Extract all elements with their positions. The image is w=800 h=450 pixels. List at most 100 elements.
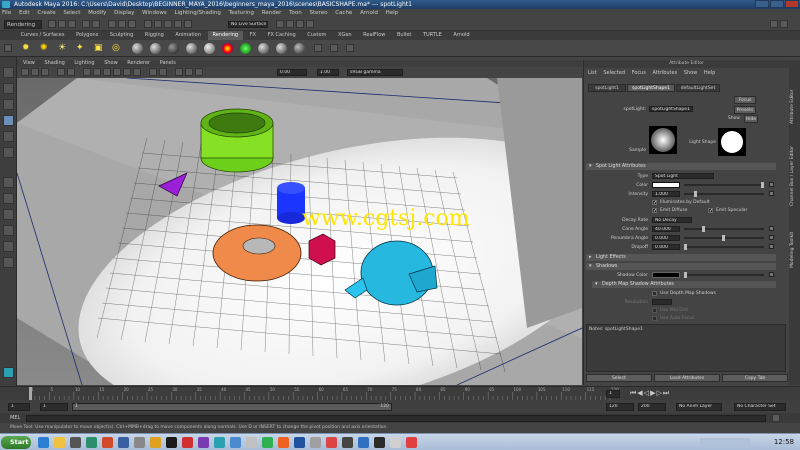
- shadow-color-swatch[interactable]: [652, 272, 680, 278]
- app12-taskbar-icon[interactable]: [278, 437, 289, 448]
- start-button[interactable]: Start: [1, 436, 31, 449]
- motion-blur-icon[interactable]: [185, 68, 193, 76]
- undo-icon[interactable]: [82, 20, 90, 28]
- anti-aliasing-icon[interactable]: [195, 68, 203, 76]
- app-taskbar-icon[interactable]: [86, 437, 97, 448]
- bookmark-icon[interactable]: [41, 68, 49, 76]
- emit-diffuse-checkbox[interactable]: ✓: [652, 208, 657, 214]
- explorer-taskbar-icon[interactable]: [54, 437, 65, 448]
- toggle-channel-box-icon[interactable]: [780, 20, 788, 28]
- app15-taskbar-icon[interactable]: [326, 437, 337, 448]
- intensity-map-button[interactable]: [769, 191, 774, 196]
- snap-point-icon[interactable]: [164, 20, 172, 28]
- move-tool-icon[interactable]: [3, 115, 14, 126]
- single-perspective-layout-icon[interactable]: [3, 177, 14, 188]
- app19-taskbar-icon[interactable]: [390, 437, 401, 448]
- viewport-menu-renderer[interactable]: Renderer: [127, 60, 150, 66]
- section-spot-light-attributes[interactable]: Spot Light Attributes: [586, 163, 776, 170]
- menu-file[interactable]: File: [2, 10, 11, 16]
- character-set-select[interactable]: No Character Set: [734, 403, 786, 411]
- anisotropic-shader-icon[interactable]: [132, 43, 143, 54]
- decay-rate-select[interactable]: No Decay: [652, 217, 692, 223]
- app13-taskbar-icon[interactable]: [294, 437, 305, 448]
- gamma-field[interactable]: 1.00: [317, 69, 339, 76]
- surface-shader-icon[interactable]: [240, 43, 251, 54]
- wireframe-icon[interactable]: [83, 68, 91, 76]
- wireframe-on-shaded-icon[interactable]: [103, 68, 111, 76]
- menu-modify[interactable]: Modify: [88, 10, 106, 16]
- menu-windows[interactable]: Windows: [142, 10, 167, 16]
- menu-create[interactable]: Create: [37, 10, 55, 16]
- snap-curve-icon[interactable]: [154, 20, 162, 28]
- penumbra-angle-slider[interactable]: [684, 235, 764, 241]
- phong-shader-icon[interactable]: [186, 43, 197, 54]
- xray-icon[interactable]: [149, 68, 157, 76]
- perspective-viewport[interactable]: www.cgtsj.com: [17, 78, 582, 385]
- spot-light-icon[interactable]: ✦: [76, 43, 89, 53]
- shelf-settings-icon[interactable]: [4, 44, 12, 52]
- app2-taskbar-icon[interactable]: [102, 437, 113, 448]
- shelf-tab-arnold[interactable]: Arnold: [448, 31, 474, 40]
- volume-light-icon[interactable]: ◎: [112, 43, 125, 53]
- menu-arnold[interactable]: Arnold: [360, 10, 378, 16]
- ipr-icon[interactable]: [330, 44, 338, 52]
- shelf-tab-xgen[interactable]: XGen: [333, 31, 357, 40]
- directional-light-icon[interactable]: ✺: [40, 43, 53, 53]
- hypershade-icon[interactable]: [306, 20, 314, 28]
- app17-taskbar-icon[interactable]: [358, 437, 369, 448]
- shelf-tab-fx[interactable]: FX: [245, 31, 261, 40]
- node-tab-spotlight1[interactable]: spotLight1: [588, 84, 626, 92]
- section-light-effects[interactable]: Light Effects: [586, 254, 776, 261]
- live-surface-field[interactable]: No Live Surface: [228, 21, 268, 28]
- ae-menu-focus[interactable]: Focus: [632, 70, 646, 76]
- app6-taskbar-icon[interactable]: [166, 437, 177, 448]
- select-object-icon[interactable]: [118, 20, 126, 28]
- save-scene-icon[interactable]: [68, 20, 76, 28]
- menu-edit[interactable]: Edit: [19, 10, 30, 16]
- viewport-menu-view[interactable]: View: [23, 60, 35, 66]
- point-light-icon[interactable]: ☀: [58, 43, 71, 53]
- shelf-tab-animation[interactable]: Animation: [170, 31, 206, 40]
- viewport-menu-shading[interactable]: Shading: [44, 60, 64, 66]
- menu-cache[interactable]: Cache: [335, 10, 352, 16]
- shelf-tab-realflow[interactable]: RealFlow: [358, 31, 390, 40]
- four-view-layout-icon[interactable]: [3, 193, 14, 204]
- intensity-field[interactable]: 1.000: [652, 191, 680, 197]
- blinn-shader-icon[interactable]: [150, 43, 161, 54]
- app18-taskbar-icon[interactable]: [374, 437, 385, 448]
- redo-icon[interactable]: [92, 20, 100, 28]
- light-type-select[interactable]: Spot Light: [652, 173, 714, 179]
- app4-taskbar-icon[interactable]: [134, 437, 145, 448]
- ie-taskbar-icon[interactable]: [38, 437, 49, 448]
- hypershade-layout-icon[interactable]: [3, 241, 14, 252]
- area-light-icon[interactable]: ▣: [94, 43, 107, 53]
- dropoff-map-button[interactable]: [769, 244, 774, 249]
- render-settings-shelf-icon[interactable]: [346, 44, 354, 52]
- menu-set-selector[interactable]: Rendering: [4, 20, 42, 29]
- menu-lighting-shading[interactable]: Lighting/Shading: [174, 10, 220, 16]
- playback-start-field[interactable]: 1: [40, 403, 68, 411]
- emit-specular-checkbox[interactable]: ✓: [708, 208, 713, 214]
- new-scene-icon[interactable]: [48, 20, 56, 28]
- cone-angle-field[interactable]: 40.000: [652, 226, 680, 232]
- lambert-shader-icon[interactable]: [168, 43, 179, 54]
- notes-area[interactable]: Notes: spotLightShape1: [586, 324, 786, 372]
- render-settings-icon[interactable]: [296, 20, 304, 28]
- menu-display[interactable]: Display: [114, 10, 134, 16]
- ambient-occlusion-icon[interactable]: [175, 68, 183, 76]
- scale-tool-icon[interactable]: [3, 147, 14, 158]
- cone-angle-slider[interactable]: [684, 226, 764, 232]
- ramp-shader-icon[interactable]: [222, 43, 233, 54]
- intensity-slider[interactable]: [684, 191, 764, 197]
- shelf-tab-custom[interactable]: Custom: [302, 31, 331, 40]
- color-slider[interactable]: [684, 182, 764, 188]
- anim-layer-select[interactable]: No Anim Layer: [676, 403, 722, 411]
- load-attributes-button[interactable]: Load Attributes: [654, 374, 720, 382]
- end-time-field[interactable]: 200: [638, 403, 666, 411]
- viewport-menu-show[interactable]: Show: [104, 60, 118, 66]
- snap-grid-icon[interactable]: [144, 20, 152, 28]
- time-slider[interactable]: 1 5 10 15 20 25 30 35 40 45 50 55 60 65 70 75 80 85 90 95 10…: [0, 386, 800, 401]
- node-tab-defaultlightset[interactable]: defaultLightSet: [676, 84, 720, 92]
- side-tab-modeling-toolkit[interactable]: Modeling Toolkit: [790, 208, 799, 268]
- grid-toggle-icon[interactable]: [67, 68, 75, 76]
